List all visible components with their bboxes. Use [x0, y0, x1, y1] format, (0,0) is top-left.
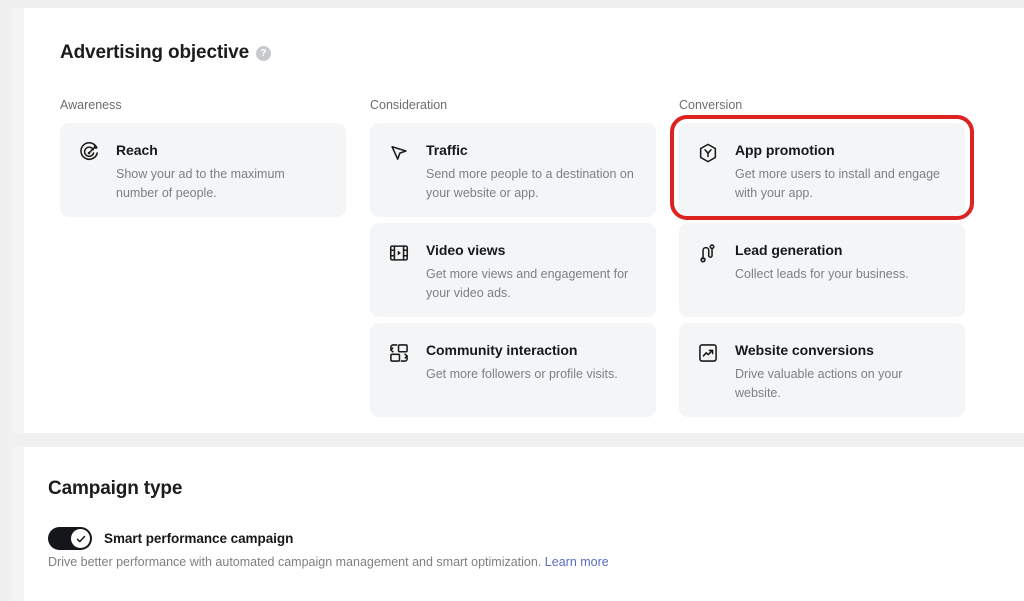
card-title: Community interaction [426, 342, 578, 358]
column-label-conversion: Conversion [679, 98, 743, 112]
check-icon [76, 535, 85, 542]
toggle-knob [71, 529, 90, 548]
card-description: Get more followers or profile visits. [426, 367, 618, 381]
learn-more-link[interactable]: Learn more [545, 555, 609, 569]
smart-performance-campaign-row: Smart performance campaign [48, 527, 293, 550]
card-description: Show your ad to the maximum number of pe… [116, 167, 285, 200]
page-title: Advertising objective? [60, 42, 272, 64]
panel-left-edge [12, 8, 24, 433]
card-title: App promotion [735, 142, 835, 158]
campaign-type-panel [12, 447, 1024, 601]
toggle-label: Smart performance campaign [104, 531, 294, 546]
film-strip-play-icon [388, 242, 410, 264]
help-circle-icon[interactable]: ? [256, 46, 272, 61]
campaign-description: Drive better performance with automated … [48, 554, 609, 571]
column-label-awareness: Awareness [60, 98, 122, 112]
objective-card-lead-generation[interactable]: Lead generation Collect leads for your b… [679, 223, 965, 317]
objective-card-app-promotion[interactable]: App promotion Get more users to install … [679, 123, 965, 217]
advertising-objective-panel: Advertising objective? Awareness Conside… [12, 8, 1024, 433]
card-description: Send more people to a destination on you… [426, 167, 634, 200]
trending-up-box-icon [697, 342, 719, 364]
objective-card-reach[interactable]: Reach Show your ad to the maximum number… [60, 123, 346, 217]
card-description: Drive valuable actions on your website. [735, 367, 903, 400]
card-description: Collect leads for your business. [735, 267, 909, 281]
smart-performance-campaign-toggle[interactable] [48, 527, 92, 550]
objective-card-website-conversions[interactable]: Website conversions Drive valuable actio… [679, 323, 965, 417]
column-label-consideration: Consideration [370, 98, 448, 112]
hexagon-app-icon [697, 142, 719, 164]
card-title: Lead generation [735, 242, 843, 258]
objective-card-community-interaction[interactable]: Community interaction Get more followers… [370, 323, 656, 417]
objective-title-text: Advertising objective [60, 42, 250, 63]
card-title: Traffic [426, 142, 468, 158]
card-description: Get more users to install and engage wit… [735, 167, 940, 200]
card-title: Reach [116, 142, 158, 158]
campaign-type-title: Campaign type [48, 478, 183, 499]
target-dart-icon [78, 142, 100, 164]
card-title: Website conversions [735, 342, 874, 358]
card-title: Video views [426, 242, 506, 258]
campaign-description-text: Drive better performance with automated … [48, 555, 542, 569]
objective-card-video-views[interactable]: Video views Get more views and engagemen… [370, 223, 656, 317]
card-description: Get more views and engagement for your v… [426, 267, 629, 300]
panel-left-edge [12, 447, 24, 601]
cursor-pointer-icon [388, 142, 410, 164]
exchange-squares-icon [388, 342, 410, 364]
page-root: Advertising objective? Awareness Conside… [0, 0, 1024, 601]
objective-card-traffic[interactable]: Traffic Send more people to a destinatio… [370, 123, 656, 217]
magnet-icon [697, 242, 719, 264]
